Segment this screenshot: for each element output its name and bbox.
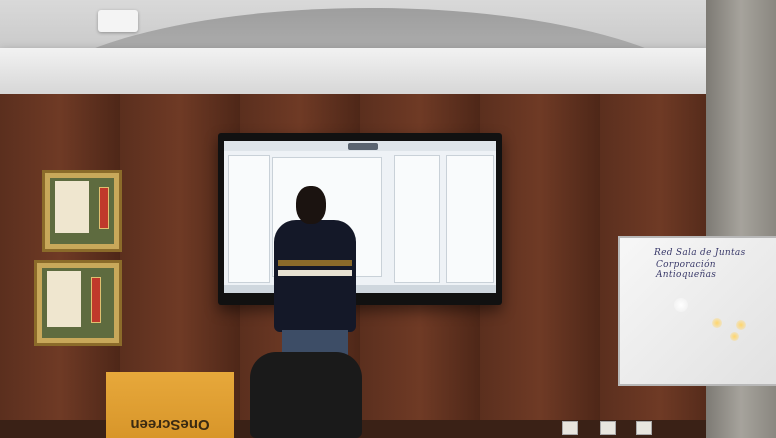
sweater-stripe bbox=[278, 260, 352, 266]
framed-certificate-top bbox=[42, 170, 122, 252]
screen-pane-far-right bbox=[446, 155, 494, 283]
whiteboard: Red Sala de Juntas Corporación Antioqueñ… bbox=[618, 236, 776, 386]
soffit bbox=[0, 48, 732, 94]
display-screen bbox=[224, 141, 496, 293]
whiteboard-line-1: Red Sala de Juntas bbox=[654, 248, 746, 258]
sweater-stripe bbox=[278, 270, 352, 276]
screen-pane-left bbox=[228, 155, 270, 283]
person-torso bbox=[274, 220, 356, 332]
person-head bbox=[296, 186, 326, 224]
screen-pane-right bbox=[394, 155, 440, 283]
certificate-paper bbox=[55, 181, 89, 233]
light-reflection bbox=[736, 320, 746, 330]
light-reflection bbox=[674, 298, 688, 312]
light-reflection bbox=[730, 332, 739, 341]
medal-icon bbox=[91, 277, 101, 323]
wall-outlet bbox=[562, 421, 578, 435]
wall-outlet bbox=[600, 421, 616, 435]
office-chair bbox=[250, 352, 362, 438]
certificate-paper bbox=[47, 271, 81, 327]
wall-outlet bbox=[636, 421, 652, 435]
projector bbox=[98, 10, 138, 32]
photo-scene: Red Sala de Juntas Corporación Antioqueñ… bbox=[0, 0, 776, 438]
screen-tab bbox=[348, 143, 378, 150]
wall-display bbox=[218, 133, 502, 305]
light-reflection bbox=[712, 318, 722, 328]
framed-certificate-bottom bbox=[34, 260, 122, 346]
screen-taskbar bbox=[224, 285, 496, 293]
whiteboard-line-2: Corporación Antioqueñas bbox=[656, 260, 717, 280]
box-label: OneScreen bbox=[130, 416, 210, 433]
medal-icon bbox=[99, 187, 109, 229]
